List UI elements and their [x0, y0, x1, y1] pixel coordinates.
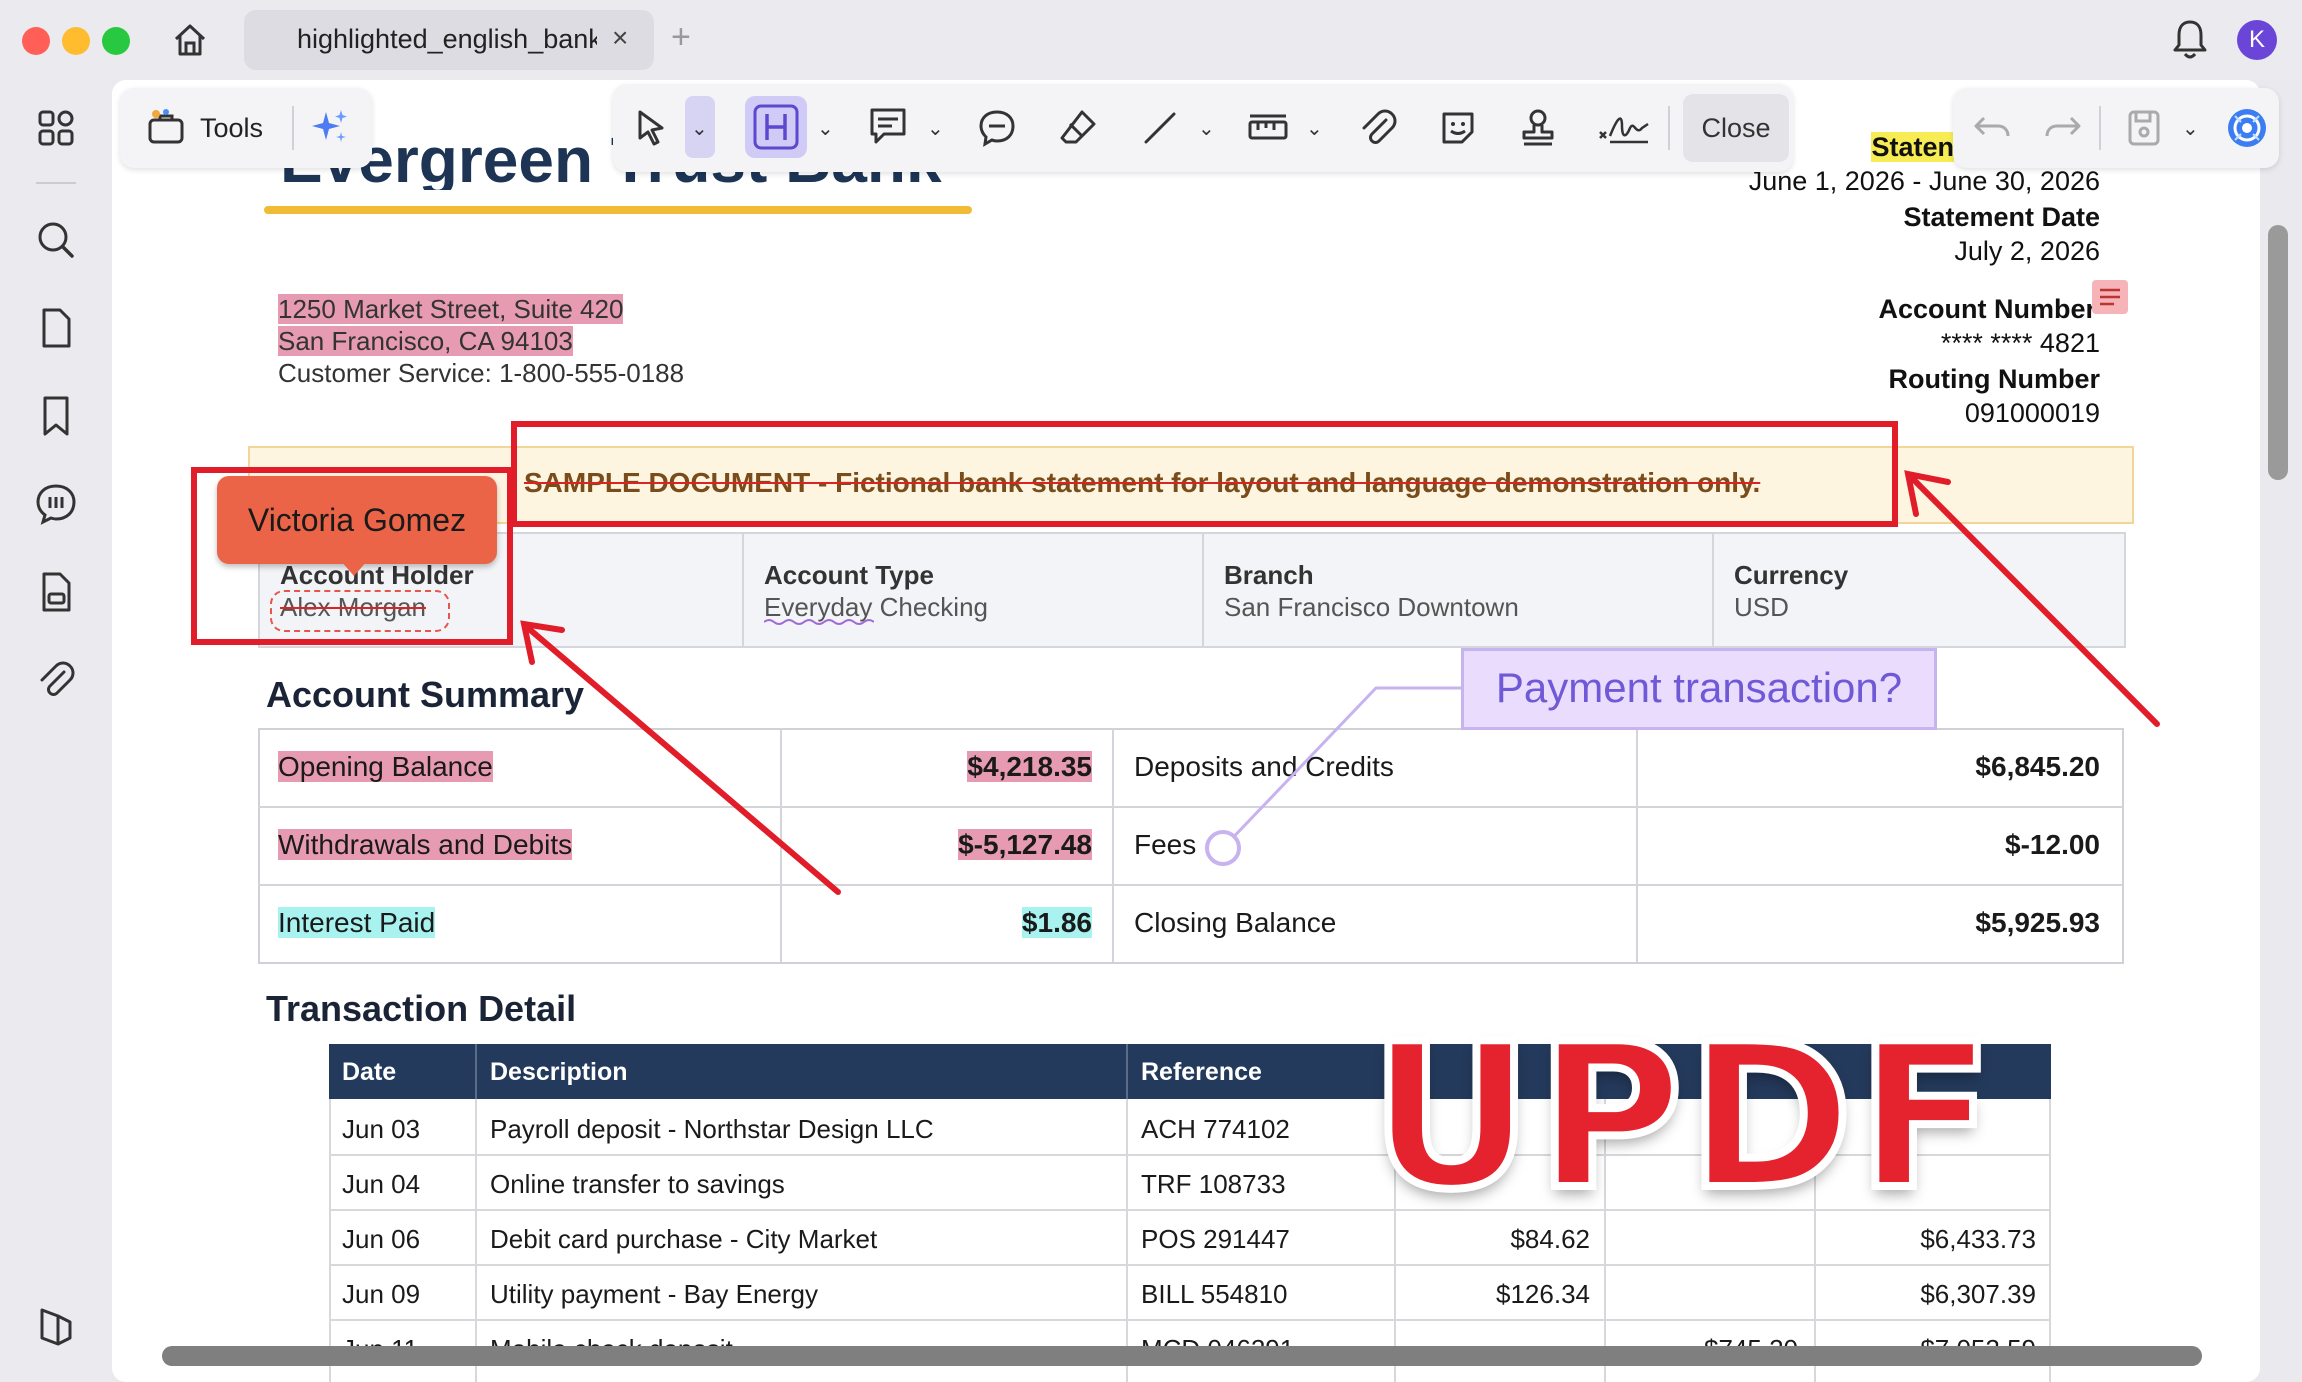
updf-watermark: UPDF: [1366, 1001, 1998, 1234]
toolbar-divider: [2099, 106, 2101, 150]
chevron-down-icon[interactable]: ⌄: [1198, 116, 1215, 141]
line-tool-icon[interactable]: [1138, 106, 1182, 150]
attach-file-icon[interactable]: [1356, 106, 1400, 150]
chevron-down-icon[interactable]: ⌄: [817, 116, 834, 141]
chevron-down-icon[interactable]: ⌄: [927, 116, 944, 141]
ai-sparkle-icon[interactable]: [308, 106, 352, 150]
author-sticky-tag[interactable]: Victoria Gomez: [217, 476, 497, 564]
measure-icon[interactable]: [1246, 106, 1290, 150]
arrow-annotation: [525, 625, 841, 895]
chevron-down-icon[interactable]: ⌄: [1306, 116, 1323, 141]
redo-icon[interactable]: [2041, 106, 2085, 150]
stamp-icon[interactable]: [1516, 106, 1560, 150]
toolbar-divider: [292, 106, 294, 150]
eraser-icon[interactable]: [1056, 106, 1100, 150]
callout-anchor: [1205, 830, 1241, 866]
tools-label[interactable]: Tools: [200, 113, 263, 144]
horizontal-scrollbar[interactable]: [162, 1346, 2202, 1366]
chevron-down-icon[interactable]: ⌄: [691, 116, 708, 141]
signature-icon[interactable]: [1596, 106, 1652, 150]
chevron-down-icon[interactable]: ⌄: [2182, 116, 2199, 141]
comment-bubble-icon[interactable]: [975, 106, 1019, 150]
arrow-annotation: [1911, 477, 2160, 727]
save-icon[interactable]: [2122, 106, 2166, 150]
sticker-icon[interactable]: [1436, 106, 1480, 150]
callout-annotation[interactable]: Payment transaction?: [1461, 648, 1937, 730]
ai-assistant-icon[interactable]: [2225, 106, 2269, 150]
close-toolbar-button[interactable]: Close: [1683, 94, 1789, 162]
author-sticky-tail: [340, 560, 368, 576]
callout-leader-line: [1221, 686, 1461, 850]
select-cursor-icon[interactable]: [630, 106, 674, 150]
undo-icon[interactable]: [1970, 106, 2014, 150]
toolbar-divider: [1668, 106, 1670, 150]
tools-icon[interactable]: [146, 108, 186, 148]
text-comment-icon[interactable]: [866, 104, 910, 148]
highlight-tool-button[interactable]: [745, 96, 807, 158]
vertical-scrollbar[interactable]: [2268, 225, 2288, 480]
